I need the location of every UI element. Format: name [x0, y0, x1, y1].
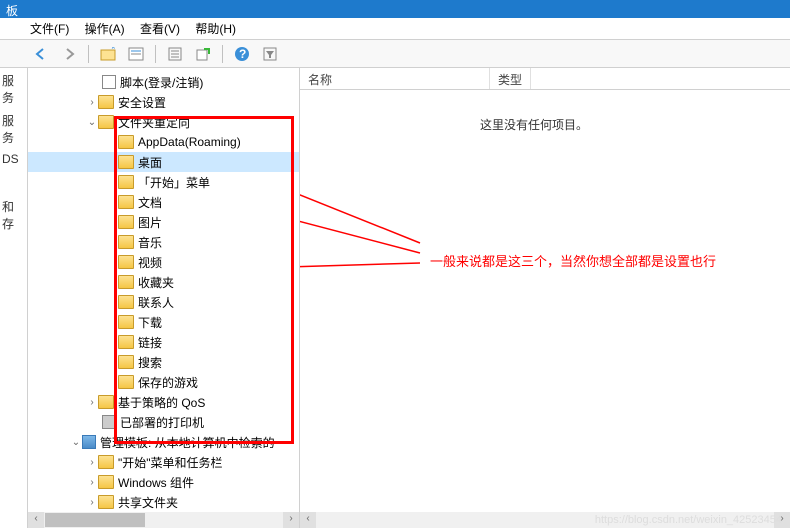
folder-icon	[118, 135, 134, 149]
sidebar-label-2[interactable]: 服务	[2, 112, 25, 146]
back-button[interactable]	[30, 43, 52, 65]
toolbar: * ?	[0, 40, 790, 68]
expand-icon[interactable]: ›	[86, 457, 98, 468]
tree-script[interactable]: 脚本(登录/注销)	[28, 72, 299, 92]
book-icon	[82, 435, 96, 449]
tree-wincomp[interactable]: ›Windows 组件	[28, 472, 299, 492]
tree-downloads[interactable]: 下载	[28, 312, 299, 332]
tree-music[interactable]: 音乐	[28, 232, 299, 252]
expand-icon[interactable]: ›	[86, 397, 98, 408]
list-header: 名称 类型	[300, 68, 790, 90]
folder-icon	[118, 375, 134, 389]
tree-savedgames[interactable]: 保存的游戏	[28, 372, 299, 392]
sidebar-label-1[interactable]: 服务	[2, 72, 25, 106]
script-icon	[102, 75, 116, 89]
sidebar-label-4[interactable]: 和存	[2, 198, 25, 232]
folder-icon	[118, 255, 134, 269]
tree-qos[interactable]: ›基于策略的 QoS	[28, 392, 299, 412]
main-area: 服务 服务 DS 和存 脚本(登录/注销) ›安全设置 ⌄文件夹重定向 AppD…	[0, 68, 790, 528]
folder-icon	[98, 95, 114, 109]
folder-icon	[118, 155, 134, 169]
export-icon[interactable]	[192, 43, 214, 65]
folder-icon	[98, 115, 114, 129]
folder-icon	[118, 355, 134, 369]
help-icon[interactable]: ?	[231, 43, 253, 65]
scroll-right-icon[interactable]: ›	[283, 512, 299, 528]
folder-icon	[98, 395, 114, 409]
menu-file[interactable]: 文件(F)	[30, 20, 69, 37]
folder-icon	[98, 455, 114, 469]
menu-view[interactable]: 查看(V)	[140, 20, 180, 37]
scroll-left-icon[interactable]: ‹	[28, 512, 44, 528]
tree-admintemplate[interactable]: ⌄管理模板: 从本地计算机中检索的	[28, 432, 299, 452]
title-label: 板	[6, 4, 18, 18]
folder-icon	[118, 275, 134, 289]
folder-icon	[118, 335, 134, 349]
folder-icon	[118, 215, 134, 229]
forward-button[interactable]	[58, 43, 80, 65]
tree-desktop[interactable]: 桌面	[28, 152, 299, 172]
tree-panel: 脚本(登录/注销) ›安全设置 ⌄文件夹重定向 AppData(Roaming)…	[28, 68, 300, 528]
empty-message: 这里没有任何项目。	[480, 116, 790, 133]
tree-searches[interactable]: 搜索	[28, 352, 299, 372]
horizontal-scrollbar[interactable]: ‹ ›	[28, 512, 299, 528]
folder-icon	[118, 195, 134, 209]
expand-icon[interactable]: ›	[86, 497, 98, 508]
folder-new-icon[interactable]: *	[97, 43, 119, 65]
tree-redirect[interactable]: ⌄文件夹重定向	[28, 112, 299, 132]
tree-appdata[interactable]: AppData(Roaming)	[28, 132, 299, 152]
column-name[interactable]: 名称	[300, 68, 490, 89]
column-type[interactable]: 类型	[490, 68, 531, 89]
tree-printers[interactable]: 已部署的打印机	[28, 412, 299, 432]
menu-help[interactable]: 帮助(H)	[195, 20, 236, 37]
properties-icon[interactable]	[125, 43, 147, 65]
menu-bar: 文件(F) 操作(A) 查看(V) 帮助(H)	[0, 18, 790, 40]
folder-icon	[118, 175, 134, 189]
tree-startmenu[interactable]: 「开始」菜单	[28, 172, 299, 192]
tree-documents[interactable]: 文档	[28, 192, 299, 212]
list-icon[interactable]	[164, 43, 186, 65]
svg-text:*: *	[111, 47, 116, 56]
folder-icon	[118, 235, 134, 249]
printer-icon	[102, 415, 116, 429]
folder-icon	[118, 315, 134, 329]
tree-links[interactable]: 链接	[28, 332, 299, 352]
collapse-icon[interactable]: ⌄	[70, 437, 82, 448]
tree-contacts[interactable]: 联系人	[28, 292, 299, 312]
watermark: https://blog.csdn.net/weixin_42523454	[595, 514, 782, 526]
folder-icon	[118, 295, 134, 309]
tree-security[interactable]: ›安全设置	[28, 92, 299, 112]
left-sidebar: 服务 服务 DS 和存	[0, 68, 28, 528]
expand-icon[interactable]: ›	[86, 97, 98, 108]
svg-text:?: ?	[239, 47, 246, 61]
scroll-left-icon[interactable]: ‹	[300, 512, 316, 528]
tree-startbar[interactable]: ›"开始"菜单和任务栏	[28, 452, 299, 472]
tree-shared[interactable]: ›共享文件夹	[28, 492, 299, 512]
menu-action[interactable]: 操作(A)	[85, 20, 125, 37]
sidebar-label-3[interactable]: DS	[2, 152, 25, 166]
scroll-thumb[interactable]	[45, 513, 145, 527]
collapse-icon[interactable]: ⌄	[86, 117, 98, 128]
annotation-text: 一般来说都是这三个，当然你想全部都是设置也行	[430, 252, 760, 272]
annotation-arrows	[300, 68, 790, 528]
folder-icon	[98, 475, 114, 489]
tree-favorites[interactable]: 收藏夹	[28, 272, 299, 292]
filter-icon[interactable]	[259, 43, 281, 65]
tree-pictures[interactable]: 图片	[28, 212, 299, 232]
right-panel: 名称 类型 这里没有任何项目。 一般来说都是这三个，当然你想全部都是设置也行 ‹…	[300, 68, 790, 528]
folder-icon	[98, 495, 114, 509]
tree-videos[interactable]: 视频	[28, 252, 299, 272]
expand-icon[interactable]: ›	[86, 477, 98, 488]
title-bar: 板	[0, 0, 790, 18]
